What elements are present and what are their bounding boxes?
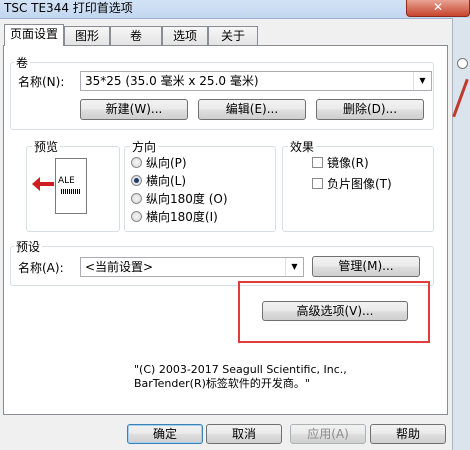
radio-landscape[interactable] [131,175,142,186]
stock-name-dropdown[interactable]: 35*25 (35.0 毫米 x 25.0 毫米) ▼ [80,71,432,91]
radio-landscape-label: 横向(L) [146,174,187,188]
ok-button[interactable]: 确定 [127,424,203,444]
edit-stock-button[interactable]: 编辑(E)... [198,99,306,120]
copyright-text: "(C) 2003-2017 Seagull Scientific, Inc.,… [134,363,347,390]
preset-name-label: 名称(A): [18,261,64,275]
tab-about[interactable]: 关于 [208,26,258,45]
chevron-down-icon: ▼ [413,72,431,90]
close-window-button[interactable]: ✕ [406,0,470,17]
radio-portrait[interactable] [131,157,142,168]
tab-options[interactable]: 选项 [162,26,208,45]
radio-portrait-180-label: 纵向180度 (O) [146,192,228,206]
orientation-group-label: 方向 [130,138,159,155]
cancel-button[interactable]: 取消 [206,424,282,444]
title-bar: TSC TE344 打印首选项 ✕ [0,0,470,19]
preset-name-dropdown[interactable]: <当前设置> ▼ [80,257,304,277]
help-button[interactable]: 帮助 [370,424,446,444]
new-stock-button[interactable]: 新建(W)... [80,99,188,120]
close-icon: ✕ [433,0,444,14]
stock-group-label: 卷 [14,54,31,71]
radio-landscape-180[interactable] [131,211,142,222]
red-arrow-icon [452,78,469,118]
orientation-arrow-icon [32,177,54,191]
tab-graphics[interactable]: 图形 [64,26,110,45]
apply-button[interactable]: 应用(A) [290,424,366,444]
tab-page-setup[interactable]: 页面设置 [4,24,64,46]
effects-group-label: 效果 [288,138,317,155]
checkbox-mirror-label: 镜像(R) [327,156,369,170]
checkbox-negative-label: 负片图像(T) [327,177,392,191]
chevron-down-icon: ▼ [285,258,303,276]
window-title: TSC TE344 打印首选项 [4,1,133,15]
radio-portrait-180[interactable] [131,193,142,204]
manage-presets-button[interactable]: 管理(M)... [312,256,420,277]
preview-group-label: 预览 [32,138,61,155]
advanced-options-button[interactable]: 高级选项(V)... [262,301,408,321]
background-window-edge [452,18,470,450]
label-preview: ALE [55,158,87,214]
radio-landscape-180-label: 横向180度(I) [146,210,218,224]
delete-stock-button[interactable]: 删除(D)... [316,99,424,120]
background-radio-icon [457,58,468,69]
preview-sample-text: ALE [58,176,75,186]
barcode-icon [61,189,81,194]
tab-stock[interactable]: 卷 [110,26,162,45]
preset-group-label: 预设 [14,238,43,255]
radio-portrait-label: 纵向(P) [146,156,187,170]
checkbox-negative[interactable] [312,178,323,189]
checkbox-mirror[interactable] [312,157,323,168]
stock-name-label: 名称(N): [18,75,65,89]
